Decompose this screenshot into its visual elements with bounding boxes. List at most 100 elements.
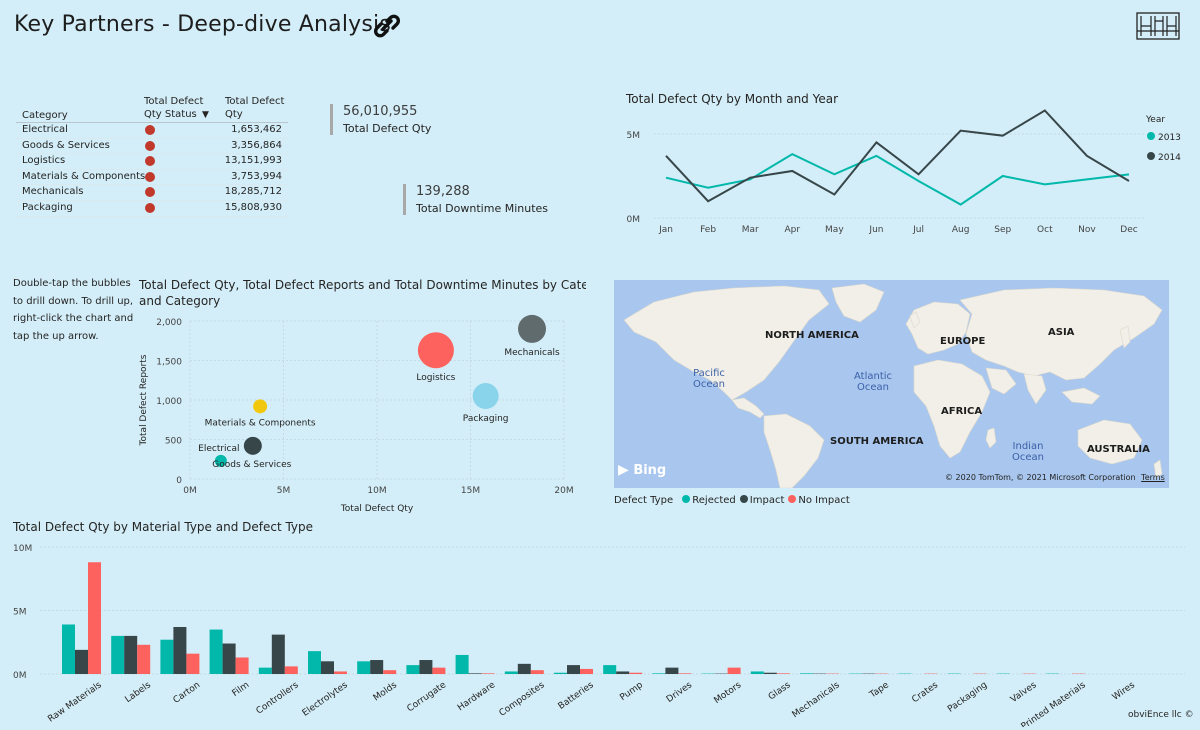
x-tick-label: Hardware: [456, 680, 498, 713]
x-tick-label: Pump: [618, 680, 645, 703]
map-label-south-america: SOUTH AMERICA: [830, 436, 924, 447]
bar-no-impact: [383, 670, 397, 674]
cell-qty: 3,753,994: [231, 170, 282, 182]
legend-item[interactable]: Impact: [739, 495, 785, 506]
x-tick-label: Valves: [1009, 680, 1039, 705]
x-tick-label: Mar: [742, 225, 759, 235]
legend-dot-icon: [788, 495, 797, 503]
y-axis-label: Total Defect Reports: [139, 354, 149, 446]
bing-icon: ▶: [618, 462, 629, 478]
cell-qty: 18,285,712: [224, 186, 282, 198]
cell-qty: 15,808,930: [224, 201, 282, 213]
kpi-total-downtime: 139,288 Total Downtime Minutes: [403, 184, 548, 215]
x-tick-label: Carton: [172, 680, 203, 706]
y-tick-label: 1,500: [156, 358, 182, 368]
table-row[interactable]: Materials & Components 3,753,994: [16, 170, 288, 186]
y-tick-label: 500: [165, 437, 182, 447]
x-tick-label: Packaging: [946, 680, 989, 714]
cell-category: Mechanicals: [22, 186, 84, 198]
bar-no-impact: [432, 667, 446, 674]
bubble-label: Materials & Components: [205, 418, 316, 428]
map-label-asia: ASIA: [1048, 327, 1075, 338]
legend-marker: [1147, 132, 1155, 140]
column-header-category[interactable]: Category: [22, 110, 68, 121]
legend-label: Impact: [749, 495, 785, 506]
hint-line: right-click the chart and: [13, 313, 134, 324]
table-row[interactable]: Mechanicals 18,285,712: [16, 185, 288, 201]
bar-impact: [271, 634, 285, 674]
x-tick-label: Sep: [994, 225, 1011, 235]
bar-no-impact: [186, 653, 200, 674]
status-dot-icon: [145, 125, 155, 135]
table-row[interactable]: Goods & Services 3,356,864: [16, 139, 288, 155]
bubble-chart[interactable]: Total Defect Qty, Total Defect Reports a…: [136, 274, 586, 516]
kpi-label: Total Downtime Minutes: [416, 202, 549, 215]
logo-icon: [1136, 12, 1180, 40]
status-dot-icon: [145, 187, 155, 198]
series-line-2013: [665, 153, 1130, 206]
map-label-indian-1: Indian: [1013, 441, 1044, 452]
bar-chart[interactable]: Total Defect Qty by Material Type and De…: [0, 515, 1200, 727]
cell-category: Materials & Components: [22, 170, 146, 182]
x-tick-label: Apr: [784, 225, 800, 235]
bar-impact: [468, 673, 482, 674]
y-tick-label: 10M: [13, 544, 32, 554]
bar-no-impact: [284, 666, 298, 674]
map-label-europe: EUROPE: [940, 336, 985, 347]
map-canvas[interactable]: NORTH AMERICA EUROPE ASIA AFRICA SOUTH A…: [614, 280, 1169, 488]
bar-rejected: [209, 629, 223, 674]
y-tick-label: 0M: [627, 215, 641, 225]
legend-dot-icon: [739, 495, 748, 503]
legend-item[interactable]: No Impact: [788, 495, 850, 506]
column-header-status-l2[interactable]: Qty Status: [144, 109, 197, 120]
hint-line: to drill down. To drill up,: [13, 295, 134, 307]
y-tick-label: 0M: [13, 671, 27, 681]
x-tick-label: 0M: [183, 486, 197, 496]
map-label-pacific-1: Pacific: [693, 368, 725, 379]
legend-label: 2014: [1158, 153, 1181, 163]
column-header-qty-l2[interactable]: Qty: [225, 109, 243, 120]
line-chart[interactable]: Total Defect Qty by Month and Year 0M 5M Ja…: [614, 88, 1190, 248]
cell-category: Electrical: [22, 124, 68, 135]
kpi-label: Total Defect Qty: [343, 122, 432, 135]
terms-link[interactable]: Terms: [1141, 473, 1165, 482]
bubble-label: Mechanicals: [504, 348, 560, 358]
map-label-indian-2: Ocean: [1012, 452, 1044, 463]
column-header-status-l1[interactable]: Total Defect: [144, 96, 203, 107]
world-map[interactable]: NORTH AMERICA EUROPE ASIA AFRICA SOUTH A…: [614, 280, 1169, 488]
y-tick-label: 2,000: [156, 318, 182, 328]
sort-desc-icon[interactable]: ▼: [202, 110, 209, 120]
bubble-goods-services: [243, 436, 262, 455]
bubble-packaging: [472, 383, 499, 410]
x-tick-label: Drives: [665, 680, 694, 705]
table-row[interactable]: Logistics 13,151,993: [16, 154, 288, 170]
x-tick-label: Corrugate: [405, 680, 448, 714]
column-header-qty-l1[interactable]: Total Defect: [225, 96, 284, 107]
category-status-table: Category Total Defect Qty Status ▼ Total…: [16, 96, 288, 217]
drill-hint: Double-tap the bubbles to drill down. To…: [13, 275, 133, 345]
map-attribution: © 2020 TomTom, © 2021 Microsoft Corporat…: [945, 473, 1165, 482]
x-tick-label: Raw Materials: [46, 680, 104, 725]
map-label-australia: AUSTRALIA: [1087, 444, 1150, 455]
y-tick-label: 5M: [627, 131, 641, 141]
series-line-2014: [665, 109, 1130, 203]
table-row[interactable]: Electrical 1,653,462: [16, 123, 288, 139]
y-tick-label: 5M: [13, 608, 27, 618]
legend-marker: [1147, 152, 1155, 160]
map-label-atlantic-2: Ocean: [857, 382, 889, 393]
kpi-value: 56,010,955: [343, 104, 418, 119]
bar-impact: [763, 672, 777, 674]
x-tick-label: Composites: [498, 680, 547, 719]
bar-rejected: [406, 665, 420, 674]
page-title: Key Partners - Deep-dive Analysis: [14, 12, 392, 37]
legend-item[interactable]: Rejected: [682, 495, 736, 506]
bar-no-impact: [678, 673, 692, 674]
bar-rejected: [504, 671, 518, 674]
table-row[interactable]: Packaging 15,808,930: [16, 201, 288, 217]
x-tick-label: Tape: [867, 680, 891, 701]
link-icon[interactable]: [372, 12, 402, 40]
bar-impact: [419, 660, 433, 674]
table-header: Category Total Defect Qty Status ▼ Total…: [16, 96, 288, 123]
bar-impact: [665, 667, 679, 674]
scatter-title-line2: and Category: [139, 294, 220, 308]
